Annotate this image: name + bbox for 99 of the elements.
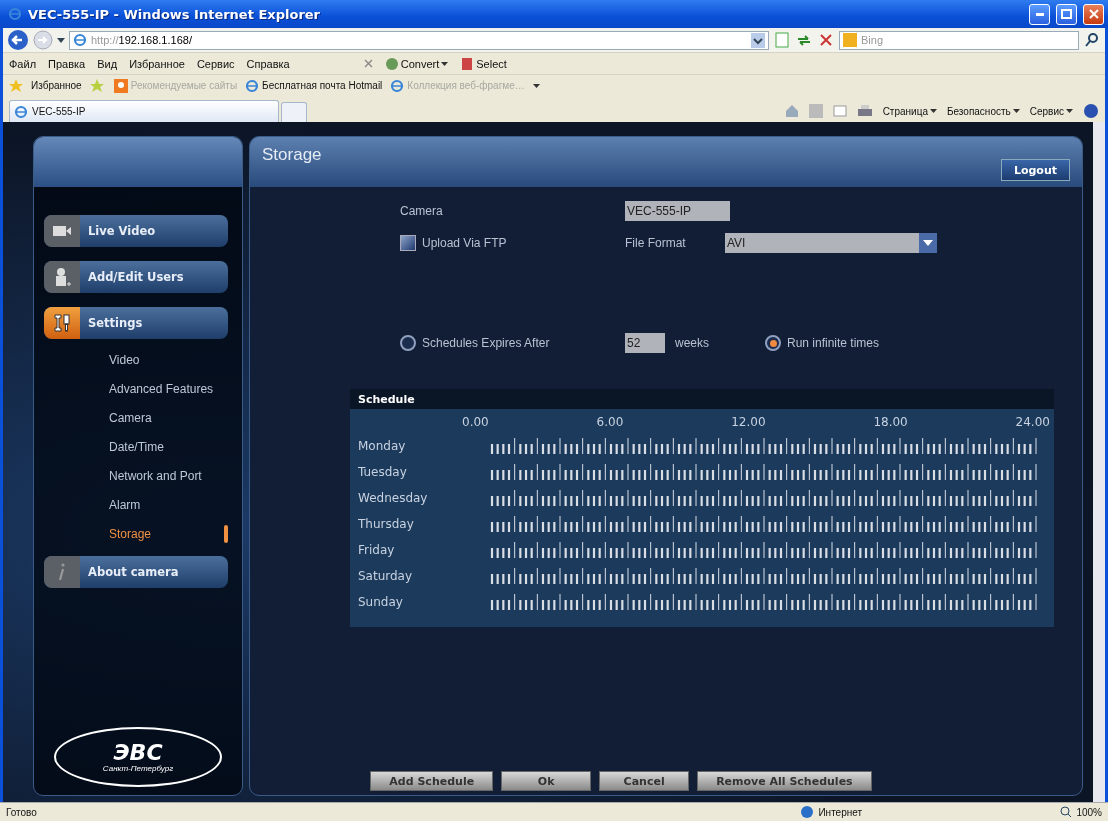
day-label: Tuesday (358, 465, 408, 479)
day-label: Wednesday (358, 491, 429, 505)
maximize-button[interactable] (1056, 3, 1077, 25)
menu-item[interactable]: Избранное (129, 57, 185, 70)
zone-label: Интернет (818, 806, 863, 818)
action-button[interactable]: Remove All Schedules (697, 771, 872, 791)
menu-item[interactable]: Правка (48, 57, 86, 70)
chevron-down-icon (923, 240, 933, 246)
field-label: Camera (400, 204, 444, 218)
radio-button[interactable] (765, 335, 781, 351)
search-icon[interactable] (1083, 31, 1101, 49)
back-icon[interactable] (7, 29, 29, 51)
day-label: Thursday (358, 517, 415, 531)
star-icon[interactable] (9, 78, 23, 93)
zoom-level[interactable]: 100% (1076, 806, 1102, 818)
checkbox[interactable] (400, 235, 416, 251)
caret-icon[interactable] (1066, 109, 1073, 113)
schedule-title: Schedule (350, 389, 1054, 409)
unit-label: weeks (675, 336, 709, 350)
ie-icon (245, 78, 260, 93)
radio-label: Run infinite times (787, 336, 880, 350)
timeline-slots-drawing[interactable] (490, 514, 1038, 534)
action-button[interactable]: Cancel (599, 771, 690, 791)
time-label: 18.00 (873, 415, 908, 429)
nav-button[interactable]: Live Video (44, 215, 228, 247)
day-label: Saturday (358, 569, 414, 583)
favorite-link[interactable]: Бесплатная почта Hotmail (245, 78, 383, 93)
logout-button[interactable]: Logout (1000, 159, 1070, 181)
ie-icon (14, 104, 28, 119)
dropdown-icon[interactable] (751, 32, 765, 48)
radio-label: Schedules Expires After (422, 336, 550, 350)
zoom-icon[interactable] (1060, 806, 1073, 818)
toolbar-button[interactable]: Convert (400, 57, 440, 70)
field-label: File Format (625, 236, 687, 250)
toolbar-button[interactable]: Select (476, 57, 507, 70)
submenu-item[interactable]: Network and Port (44, 461, 228, 490)
timeline-slots-drawing[interactable] (490, 436, 1038, 456)
printer-icon[interactable] (856, 104, 873, 118)
tools-icon (52, 313, 72, 333)
menu-item[interactable]: Сервис (196, 57, 235, 70)
ie-icon (73, 33, 87, 47)
command-menu[interactable]: Безопасность (946, 105, 1011, 117)
nav-button[interactable]: Add/Edit Users (44, 261, 228, 293)
checkbox-label: Upload Via FTP (422, 236, 507, 250)
command-menu[interactable]: Страница (882, 105, 928, 117)
scrollbar[interactable] (1093, 122, 1105, 802)
camera-icon (52, 224, 72, 238)
minimize-icon (1035, 12, 1044, 16)
timeline-slots-drawing[interactable] (490, 462, 1038, 482)
info-icon (58, 563, 66, 581)
caret-icon[interactable] (929, 109, 937, 113)
command-menu[interactable]: Сервис (1029, 105, 1064, 117)
caret-icon[interactable] (441, 61, 449, 66)
address-field[interactable]: http://192.168.1.168/ (69, 30, 769, 50)
weeks-field[interactable]: 52 (625, 333, 665, 353)
close-icon[interactable] (363, 59, 373, 68)
timeline-slots-drawing[interactable] (490, 592, 1038, 612)
status-text: Готово (6, 806, 38, 818)
menu-item[interactable]: Файл (9, 57, 37, 70)
caret-icon[interactable] (57, 37, 65, 43)
submenu-item[interactable]: Advanced Features (44, 374, 228, 403)
favorites-button[interactable]: Избранное (31, 80, 82, 91)
camera-name-field[interactable]: VEC-555-IP (625, 201, 730, 221)
time-label: 6.00 (596, 415, 624, 429)
day-label: Friday (358, 543, 396, 557)
close-button[interactable] (1083, 3, 1104, 25)
page-title: Storage (262, 145, 322, 165)
action-button[interactable]: Add Schedule (370, 771, 494, 791)
browser-tab[interactable]: VEC-555-IP (9, 100, 279, 122)
menu-item[interactable]: Справка (246, 57, 290, 70)
timeline-slots-drawing[interactable] (490, 488, 1038, 508)
submenu-item[interactable]: Alarm (44, 490, 228, 519)
submenu-item[interactable]: Date/Time (44, 432, 228, 461)
timeline-slots-drawing[interactable] (490, 566, 1038, 586)
time-label: 12.00 (731, 415, 766, 429)
user-icon (53, 267, 71, 287)
company-logo: ЭВС Санкт-Петербург (54, 727, 222, 787)
day-label: Monday (358, 439, 407, 453)
time-label: 0.00 (462, 415, 489, 429)
caret-icon[interactable] (532, 83, 540, 88)
ie-logo-icon (8, 7, 22, 21)
submenu-item[interactable]: Storage (44, 519, 228, 548)
time-label: 24.00 (1015, 415, 1050, 429)
radio-button[interactable] (400, 335, 416, 351)
minimize-button[interactable] (1029, 3, 1050, 25)
timeline-slots-drawing[interactable] (490, 540, 1038, 560)
window-title: VEC-555-IP - Windows Internet Explorer (28, 6, 322, 22)
ie-icon (390, 78, 405, 93)
maximize-icon (1061, 9, 1072, 19)
day-label: Sunday (358, 595, 404, 609)
menu-item[interactable]: Вид (97, 57, 118, 70)
nav-button[interactable]: About camera (44, 556, 228, 588)
action-button[interactable]: Ok (501, 771, 592, 791)
file-format-dropdown[interactable]: AVI (725, 233, 937, 253)
submenu-item[interactable]: Camera (44, 403, 228, 432)
close-icon (1088, 9, 1099, 19)
nav-button[interactable]: Settings (44, 307, 228, 339)
submenu-item[interactable]: Video (44, 345, 228, 374)
caret-icon[interactable] (1012, 109, 1020, 113)
